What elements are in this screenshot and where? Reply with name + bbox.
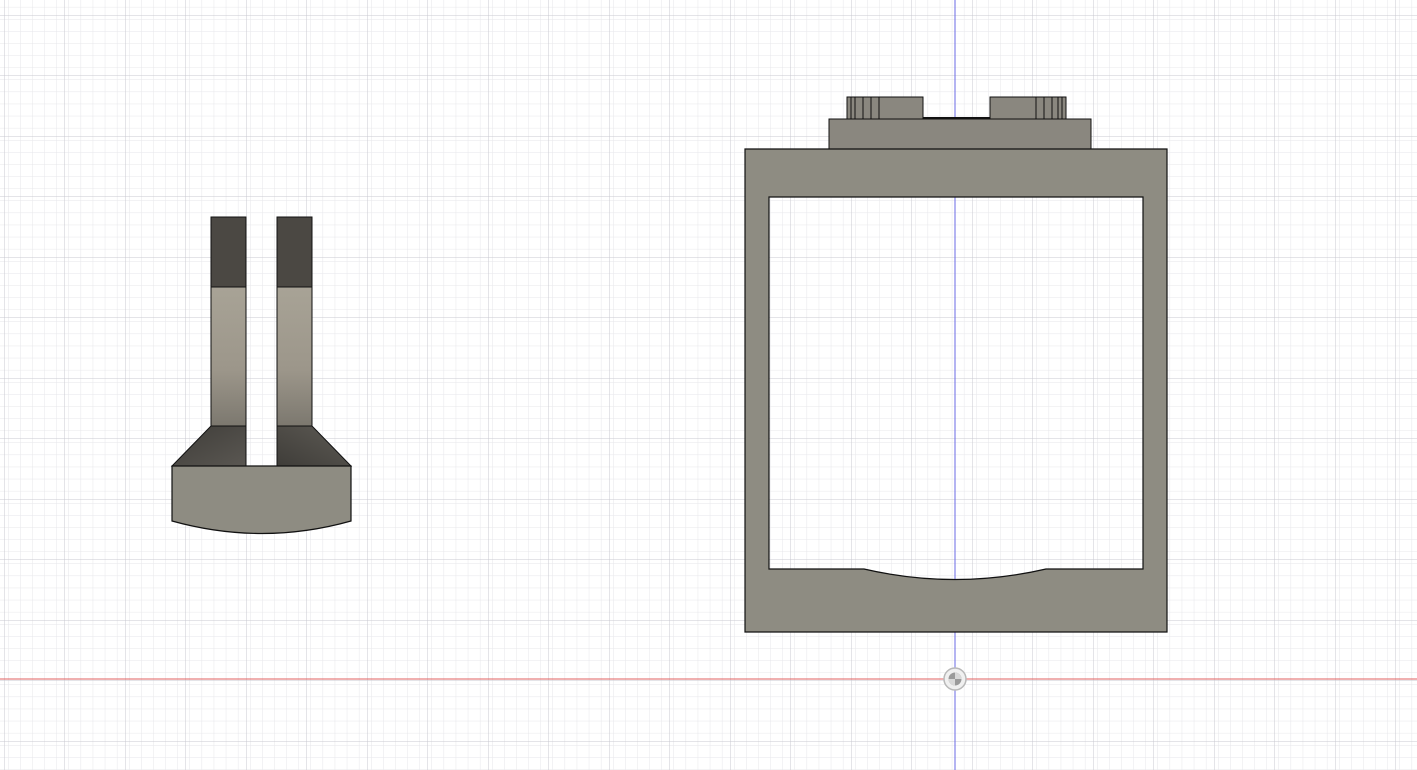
frame-knob-left bbox=[846, 96, 924, 120]
bracket-right-pillar-top bbox=[276, 216, 313, 288]
frame-cap bbox=[828, 118, 1092, 150]
frame-knob-right bbox=[989, 96, 1067, 120]
bracket-left-pillar-top bbox=[210, 216, 247, 288]
viewport-canvas[interactable] bbox=[0, 0, 1417, 770]
origin-icon[interactable] bbox=[943, 667, 967, 691]
bracket-right-pillar-shaft bbox=[276, 286, 313, 427]
bracket-left-pillar-shaft bbox=[210, 286, 247, 427]
bracket-base bbox=[171, 465, 352, 535]
cad-viewport[interactable] bbox=[0, 0, 1417, 770]
